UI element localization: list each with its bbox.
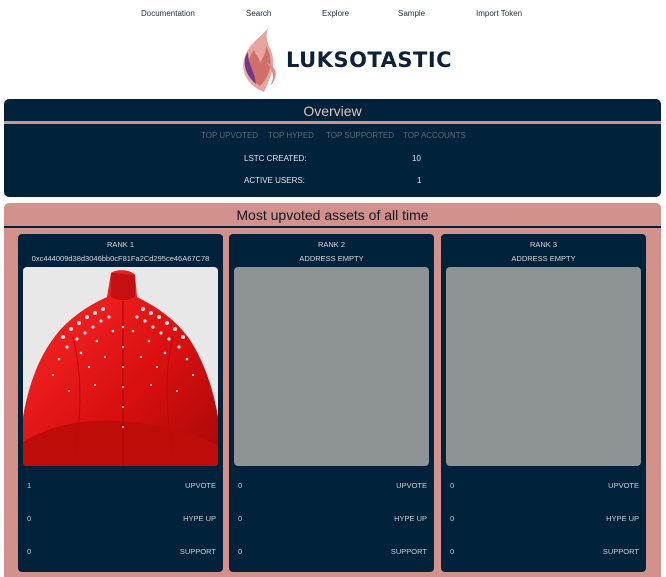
tab-top-upvoted[interactable]: TOP UPVOTED: [201, 131, 258, 140]
rank-label: RANK 3: [529, 240, 558, 249]
support-count: 0: [238, 547, 243, 556]
tab-top-supported[interactable]: TOP SUPPORTED: [326, 131, 394, 140]
hype-count: 0: [27, 514, 32, 523]
upvote-count: 1: [27, 481, 32, 490]
hype-up-button[interactable]: HYPE UP: [606, 514, 639, 523]
rank-label: RANK 2: [317, 240, 346, 249]
asset-card-rank-1[interactable]: RANK 1 0xc444009d38d3046bb0cF81Fa2Cd295c…: [18, 234, 223, 572]
support-button[interactable]: SUPPORT: [180, 547, 216, 556]
asset-card-rank-3[interactable]: RANK 3 ADDRESS EMPTY 0 UPVOTE 0 HYPE UP …: [441, 234, 646, 572]
most-upvoted-divider: [4, 226, 661, 228]
asset-address[interactable]: 0xc444009d38d3046bb0cF81Fa2Cd295ce46A67C…: [18, 254, 223, 263]
support-count: 0: [27, 547, 32, 556]
logo[interactable]: LUKSOTASTIC: [236, 26, 452, 96]
support-button[interactable]: SUPPORT: [603, 547, 639, 556]
hype-up-button[interactable]: HYPE UP: [394, 514, 427, 523]
hype-count: 0: [238, 514, 243, 523]
support-count: 0: [450, 547, 455, 556]
nav-documentation[interactable]: Documentation: [141, 9, 195, 18]
upvote-count: 0: [238, 481, 243, 490]
support-button[interactable]: SUPPORT: [391, 547, 427, 556]
top-nav: Documentation Search Explore Sample Impo…: [0, 0, 666, 26]
nav-import-token[interactable]: Import Token: [476, 9, 522, 18]
hype-up-button[interactable]: HYPE UP: [183, 514, 216, 523]
asset-image-placeholder: [234, 267, 429, 466]
overview-panel: Overview TOP UPVOTED TOP HYPED TOP SUPPO…: [4, 99, 661, 197]
asset-image-placeholder: [446, 267, 641, 466]
stat-value-active-users: 1: [417, 176, 422, 185]
upvote-button[interactable]: UPVOTE: [185, 481, 216, 490]
stat-label-lstc-created: LSTC CREATED:: [244, 154, 307, 163]
stat-value-lstc-created: 10: [412, 154, 421, 163]
upvote-button[interactable]: UPVOTE: [396, 481, 427, 490]
overview-title: Overview: [303, 103, 362, 119]
tab-top-accounts[interactable]: TOP ACCOUNTS: [403, 131, 466, 140]
overview-divider: [4, 121, 661, 124]
asset-address: ADDRESS EMPTY: [299, 254, 364, 263]
upvote-button[interactable]: UPVOTE: [608, 481, 639, 490]
most-upvoted-panel: Most upvoted assets of all time RANK 1 0…: [4, 203, 661, 577]
stat-label-active-users: ACTIVE USERS:: [244, 176, 305, 185]
asset-card-rank-2[interactable]: RANK 2 ADDRESS EMPTY 0 UPVOTE 0 HYPE UP …: [229, 234, 434, 572]
rank-label: RANK 1: [106, 240, 135, 249]
nav-sample[interactable]: Sample: [398, 9, 425, 18]
brand-name: LUKSOTASTIC: [286, 48, 453, 72]
asset-image[interactable]: [23, 267, 218, 466]
nav-explore[interactable]: Explore: [322, 9, 349, 18]
flame-logo-icon: [243, 28, 276, 92]
asset-address: ADDRESS EMPTY: [511, 254, 576, 263]
nav-search[interactable]: Search: [246, 9, 271, 18]
red-dress-image: [23, 270, 218, 466]
tab-top-hyped[interactable]: TOP HYPED: [268, 131, 314, 140]
upvote-count: 0: [450, 481, 455, 490]
hype-count: 0: [450, 514, 455, 523]
most-upvoted-title: Most upvoted assets of all time: [236, 207, 429, 223]
